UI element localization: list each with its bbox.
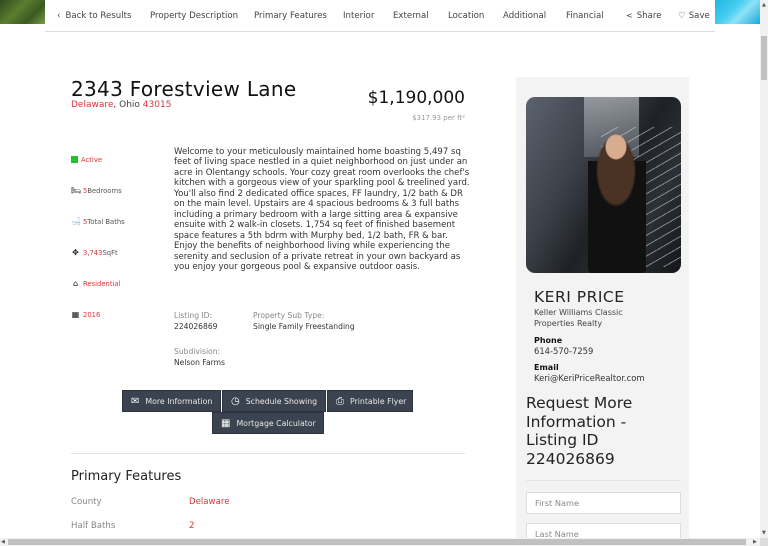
property-price: $1,190,000 xyxy=(367,88,465,108)
fact-baths: 🛁 5 Total Baths xyxy=(71,216,125,226)
fact-status: Active xyxy=(71,144,166,175)
calendar-icon: ▦ xyxy=(71,309,80,319)
bath-icon: 🛁 xyxy=(71,216,81,226)
feature-row-county: County Delaware xyxy=(71,497,230,507)
action-buttons: ✉ More Information ◷ Schedule Showing ⎙ Pri… xyxy=(122,390,414,412)
printer-icon: ⎙ xyxy=(336,395,344,407)
vertical-scrollbar[interactable]: ▲ ▼ xyxy=(760,0,768,538)
property-thumbnail-right[interactable] xyxy=(715,0,760,24)
nav-location[interactable]: Location xyxy=(448,11,503,21)
email-label: Email xyxy=(534,363,559,372)
share-button[interactable]: < Share xyxy=(626,11,678,21)
agent-company: Keller Williams Classic Properties Realt… xyxy=(534,308,623,328)
property-facts: Active 🛏 5 Bedrooms 🛁 5 Total Baths ✥ 3,743… xyxy=(71,144,166,330)
agent-phone[interactable]: 614-570-7259 xyxy=(534,346,593,356)
request-info-title: Request More Information - Listing ID 22… xyxy=(526,394,633,468)
nav-additional[interactable]: Additional xyxy=(503,11,566,21)
feature-row-half-baths: Half Baths 2 xyxy=(71,521,195,531)
nav-interior[interactable]: Interior xyxy=(343,11,393,21)
price-per-sqft: $317.93 per ft² xyxy=(412,114,465,122)
share-icon: < xyxy=(626,10,633,20)
fact-sqft: ✥ 3,743 SqFt xyxy=(72,247,118,257)
property-location: Delaware, Ohio 43015 xyxy=(71,100,172,110)
bed-icon: 🛏 xyxy=(71,185,82,195)
request-divider xyxy=(526,480,681,481)
mortgage-calculator-button[interactable]: ▦ Mortgage Calculator xyxy=(212,412,324,434)
agent-name: KERI PRICE xyxy=(534,288,625,306)
agent-email[interactable]: Keri@KeriPriceRealtor.com xyxy=(534,373,644,383)
vertical-scroll-thumb[interactable] xyxy=(761,36,767,80)
nav-external[interactable]: External xyxy=(393,11,448,21)
zip-link[interactable]: 43015 xyxy=(143,100,172,110)
arrows-expand-icon: ✥ xyxy=(72,247,79,257)
back-to-results-link[interactable]: ‹ Back to Results xyxy=(57,11,150,21)
fact-bedrooms: 🛏 5 Bedrooms xyxy=(71,185,122,195)
chevron-left-icon: ‹ xyxy=(57,10,61,21)
calculator-icon: ▦ xyxy=(221,417,231,429)
nav-divider xyxy=(45,31,715,32)
city-link[interactable]: Delaware xyxy=(71,100,113,110)
more-information-button[interactable]: ✉ More Information xyxy=(122,390,221,412)
nav-links: ‹ Back to Results Property Description Pr… xyxy=(57,0,710,31)
nav-primary-features[interactable]: Primary Features xyxy=(254,11,343,21)
property-description: Welcome to your meticulously maintained … xyxy=(174,147,470,272)
scrollbar-corner xyxy=(760,538,768,546)
nav-property-description[interactable]: Property Description xyxy=(150,11,254,21)
agent-sidebar: KERI PRICE Keller Williams Classic Prope… xyxy=(516,77,689,546)
printable-flyer-button[interactable]: ⎙ Printable Flyer xyxy=(327,390,413,412)
agent-photo xyxy=(526,97,681,273)
scroll-left-icon[interactable]: ◀ xyxy=(1,539,5,545)
schedule-showing-button[interactable]: ◷ Schedule Showing xyxy=(222,390,326,412)
property-thumbnail-left[interactable] xyxy=(0,0,45,24)
subdivision: Subdivision: Nelson Farms xyxy=(174,347,225,367)
phone-label: Phone xyxy=(534,336,563,345)
clock-icon: ◷ xyxy=(231,395,240,407)
primary-features-title: Primary Features xyxy=(71,469,182,484)
first-name-input[interactable]: First Name xyxy=(526,492,681,514)
top-nav: ‹ Back to Results Property Description Pr… xyxy=(0,0,760,32)
fact-year: ▦ 2016 xyxy=(71,309,101,319)
scroll-down-icon[interactable]: ▼ xyxy=(762,530,766,536)
save-button[interactable]: ♡ Save xyxy=(678,11,710,21)
scroll-up-icon[interactable]: ▲ xyxy=(762,2,766,8)
nav-financial[interactable]: Financial xyxy=(566,11,626,21)
listing-id: Listing ID: 224026869 xyxy=(174,311,218,331)
heart-icon: ♡ xyxy=(678,10,686,21)
status-square-icon xyxy=(71,156,78,163)
section-divider xyxy=(71,453,465,454)
scroll-right-icon[interactable]: ▶ xyxy=(753,539,757,545)
property-address: 2343 Forestview Lane xyxy=(71,77,297,101)
envelope-icon: ✉ xyxy=(131,395,140,407)
horizontal-scroll-thumb[interactable] xyxy=(8,539,746,545)
action-buttons-row2: ▦ Mortgage Calculator xyxy=(212,412,325,434)
fact-type: ⌂ Residential xyxy=(72,278,121,288)
property-sub-type: Property Sub Type: Single Family Freesta… xyxy=(253,311,355,331)
horizontal-scrollbar[interactable]: ◀ ▶ xyxy=(0,538,760,546)
home-icon: ⌂ xyxy=(72,278,79,288)
